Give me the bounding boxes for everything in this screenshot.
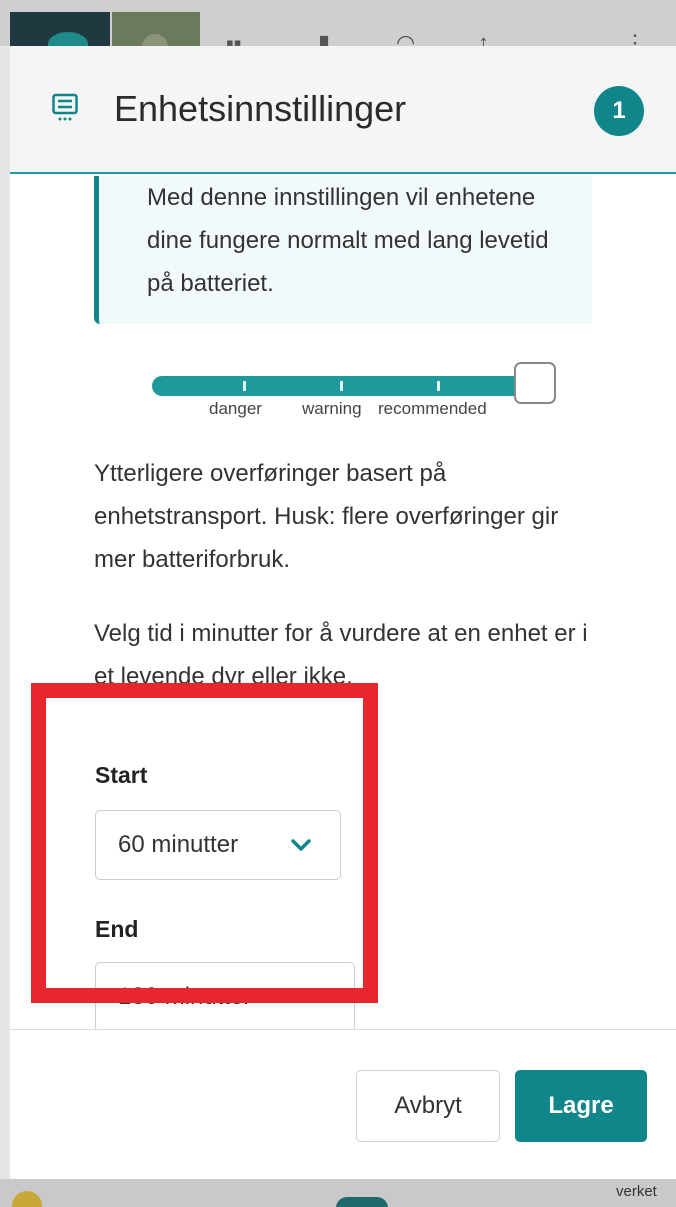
slider-tick xyxy=(243,381,246,391)
slider-thumb[interactable] xyxy=(514,362,556,404)
background-logo xyxy=(10,12,110,46)
background-app-toolbar: ▪▪ ▮ ◠ ↕ ⋮ xyxy=(0,0,676,46)
info-box: Med denne innstillingen vil enhetene din… xyxy=(94,176,592,324)
battery-mode-slider[interactable]: danger warning recommended xyxy=(152,362,556,426)
notification-badge[interactable]: 1 xyxy=(594,86,644,136)
background-icon: ▪▪ xyxy=(226,30,242,46)
dialog-header: Enhetsinnstillinger 1 xyxy=(10,46,676,174)
save-button[interactable]: Lagre xyxy=(515,1070,647,1142)
info-text: Med denne innstillingen vil enhetene din… xyxy=(147,184,549,297)
background-menu-icon: ⋮ xyxy=(624,30,646,46)
background-icon: ◠ xyxy=(396,30,416,46)
background-toggle xyxy=(336,1197,388,1207)
background-text: verket xyxy=(616,1183,657,1200)
settings-list-icon xyxy=(52,93,78,121)
dialog-title: Enhetsinnstillinger xyxy=(114,88,407,129)
transfers-description: Ytterligere overføringer basert på enhet… xyxy=(94,460,559,573)
background-avatar xyxy=(12,1191,42,1207)
background-avatar xyxy=(112,12,200,46)
slider-tick xyxy=(340,381,343,391)
slider-label-warning: warning xyxy=(302,399,362,418)
background-app-bottom: verket xyxy=(0,1179,676,1207)
slider-track[interactable] xyxy=(152,376,526,396)
background-icon: ▮ xyxy=(318,30,331,46)
cancel-button[interactable]: Avbryt xyxy=(356,1070,500,1142)
background-icon: ↕ xyxy=(478,30,489,46)
slider-label-danger: danger xyxy=(209,399,262,418)
slider-label-recommended: recommended xyxy=(378,399,487,418)
highlight-annotation-box xyxy=(31,683,378,1003)
slider-tick xyxy=(437,381,440,391)
device-settings-dialog: Enhetsinnstillinger 1 Med denne innstill… xyxy=(10,46,676,1179)
dialog-footer: Avbryt Lagre xyxy=(10,1029,676,1179)
